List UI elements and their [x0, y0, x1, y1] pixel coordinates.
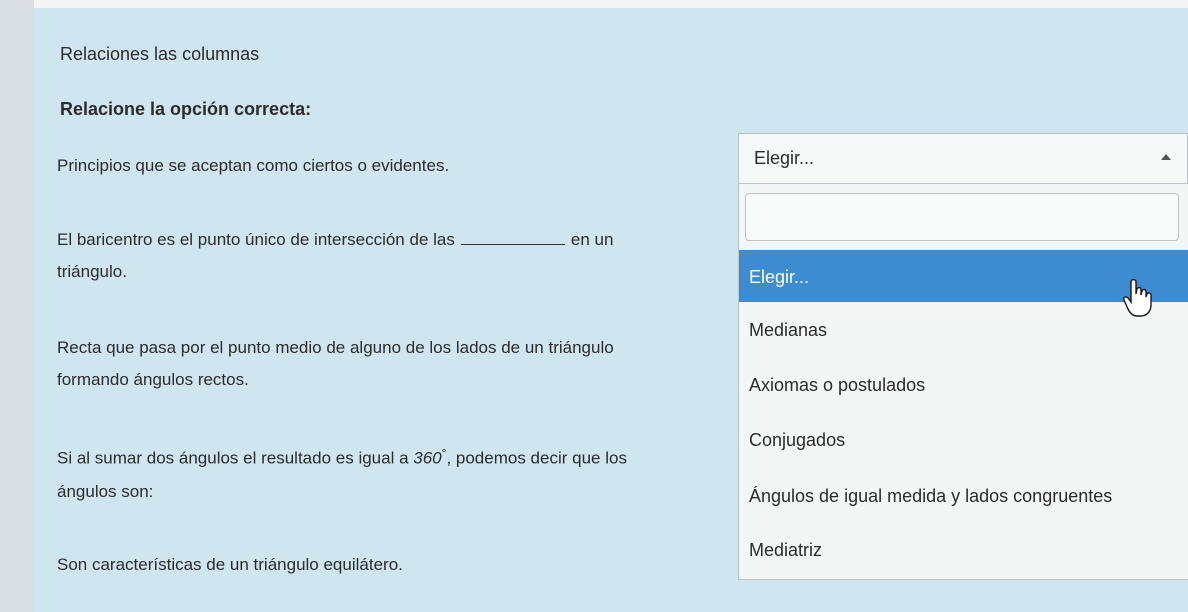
question-5: Son características de un triángulo equi… [57, 555, 403, 574]
instruction-heading: Relacione la opción correcta: [60, 99, 312, 119]
left-strip [0, 0, 34, 612]
question-1: Principios que se aceptan como ciertos o… [57, 156, 450, 175]
hand-pointer-icon [1123, 278, 1152, 317]
dropdown-list: Elegir... Medianas Axiomas o postulados … [738, 184, 1188, 580]
question-2-blank [460, 230, 565, 245]
question-4-text-b: , podemos decir que los [446, 448, 627, 468]
question-4-text-a: Si al sumar dos ángulos el resultado es … [57, 448, 414, 468]
dropdown-search-input[interactable] [745, 193, 1179, 241]
select-current-value: Elegir... [754, 148, 815, 168]
question-3-line-2: formando ángulos rectos. [57, 370, 249, 389]
caret-up-icon [1161, 154, 1171, 160]
question-3-line-1: Recta que pasa por el punto medio de alg… [57, 338, 614, 357]
answer-select[interactable]: Elegir... [738, 133, 1188, 184]
question-4-line-2: ángulos son: [57, 482, 154, 501]
option-medianas[interactable]: Medianas [739, 319, 1188, 341]
option-conjugados[interactable]: Conjugados [739, 429, 1188, 451]
question-2-line-1: El baricentro es el punto único de inter… [57, 230, 613, 250]
question-2-text-b: en un [570, 230, 614, 249]
question-4-number: 360 [413, 448, 442, 468]
option-elegir[interactable]: Elegir... [739, 250, 1188, 302]
option-axiomas[interactable]: Axiomas o postulados [739, 374, 1188, 396]
top-strip [0, 0, 1188, 8]
option-mediatriz[interactable]: Mediatriz [739, 539, 1188, 561]
section-title: Relaciones las columnas [60, 44, 260, 64]
question-2-line-2: triángulo. [57, 262, 127, 281]
option-angulos-igual-medida[interactable]: Ángulos de igual medida y lados congruen… [739, 485, 1188, 507]
question-4-line-1: Si al sumar dos ángulos el resultado es … [57, 443, 627, 469]
question-2-text-a: El baricentro es el punto único de inter… [57, 230, 455, 249]
